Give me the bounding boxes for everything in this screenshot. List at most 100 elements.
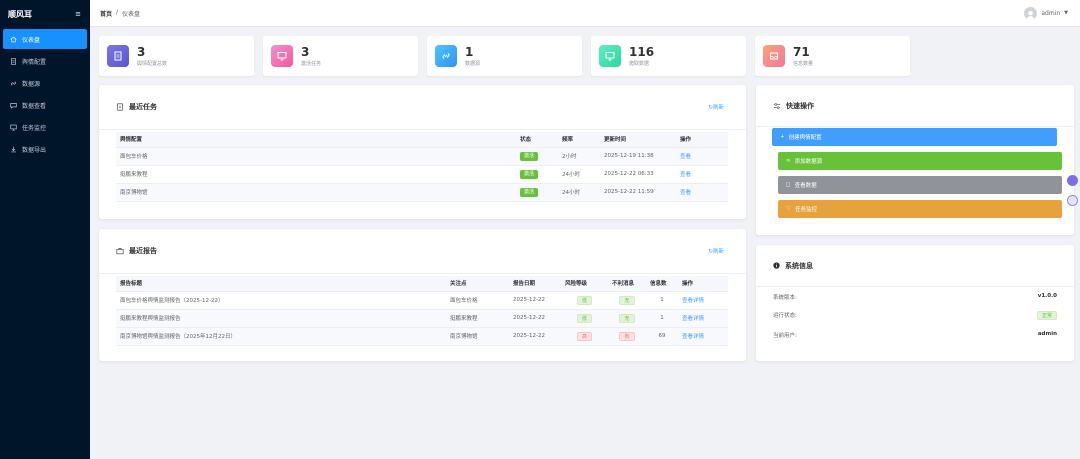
link-icon: ∞ (786, 158, 791, 164)
stat-card-datasources: 1 数据源 (427, 36, 582, 76)
sidebar-item-config[interactable]: 舆情配置 (3, 51, 87, 71)
negative-badge: 无 (619, 313, 635, 323)
report-count: 1 (646, 309, 678, 328)
message-icon (10, 102, 17, 109)
download-icon (11, 146, 16, 152)
system-info-card: 系统信息 系统版本: v1.0.0 运行状态: 正常 当前用户: admin (756, 245, 1074, 361)
quick-actions-card: 快速操作 + 创建舆情配置 ∞ 添加数据源 ◻ 查看数据 ♡ 任务监控 (756, 85, 1074, 235)
refresh-button[interactable]: ↻刷新 (708, 103, 724, 111)
stat-label: 爬取数据 (629, 60, 650, 67)
user-menu[interactable]: admin ▼ (1024, 6, 1068, 20)
column-header: 操作 (678, 276, 728, 292)
sidebar-item-dashboard[interactable]: 仪表盘 (3, 29, 87, 49)
report-title: 面包车价格舆情监测报告（2025-12-22） (116, 291, 446, 310)
stat-value: 3 (301, 44, 310, 59)
refresh-button[interactable]: ↻刷新 (708, 247, 724, 255)
user-icon (1026, 10, 1035, 20)
sidebar-item-export[interactable]: 数据导出 (3, 139, 87, 159)
reports-table: 报告标题 关注点 报告日期 风险等级 不利消息 信息数 操作 面包车价格舆情监测… (116, 276, 728, 346)
add-datasource-button[interactable]: ∞ 添加数据源 (778, 152, 1062, 170)
sidebar-item-label: 仪表盘 (22, 36, 41, 44)
recent-tasks-card: 最近任务 ↻刷新 舆情配置 状态 频率 更新时间 操作 面包车价格 激活 2小时… (99, 85, 746, 219)
link-icon (11, 81, 16, 85)
column-header: 关注点 (446, 276, 509, 292)
stat-value: 3 (137, 44, 146, 59)
stat-card-crawled: 116 爬取数据 (591, 36, 746, 76)
document-icon (117, 103, 123, 111)
breadcrumb-current: 仪表盘 (122, 10, 141, 18)
column-header: 更新时间 (600, 132, 676, 148)
recent-reports-card: 最近报告 ↻刷新 报告标题 关注点 报告日期 风险等级 不利消息 信息数 操作 … (99, 229, 746, 361)
breadcrumb: 首页 / 仪表盘 (100, 9, 140, 18)
view-button[interactable]: 查看 (680, 172, 691, 178)
report-focus: 南京博物馆 (446, 327, 509, 346)
document-icon (107, 45, 129, 67)
status-badge: 激活 (520, 187, 539, 197)
top-header: 首页 / 仪表盘 admin ▼ (90, 0, 1080, 27)
robot-icon[interactable] (1067, 195, 1078, 206)
info-row-user: 当前用户: admin (773, 331, 1057, 339)
sidebar-menu: 仪表盘 舆情配置 数据源 数据查看 任务监控 数据导出 (0, 29, 90, 159)
table-row: 南京博物馆 激活 24小时 2025-12-22 11:59 查看 (116, 183, 728, 202)
risk-badge: 低 (576, 313, 592, 323)
assistant-icon[interactable] (1067, 175, 1078, 186)
stat-label: 数据源 (465, 60, 481, 67)
task-time: 2025-12-22 06:33 (600, 165, 676, 184)
table-row: 面包车价格舆情监测报告（2025-12-22） 面包车价格 2025-12-22… (116, 291, 728, 310)
view-button[interactable]: 查看 (680, 154, 691, 160)
report-title: 南京博物馆舆情监测报告（2025年12月22日） (116, 327, 446, 346)
report-focus: 面包车价格 (446, 291, 509, 310)
card-header: 系统信息 (756, 245, 1074, 287)
column-header: 报告日期 (509, 276, 561, 292)
plus-icon: + (780, 134, 785, 140)
sidebar-item-label: 数据导出 (22, 146, 47, 154)
monitor-icon (10, 124, 17, 131)
view-icon: ◻ (786, 182, 791, 188)
task-time: 2025-12-19 11:38 (600, 147, 676, 166)
sidebar-item-monitor[interactable]: 任务监控 (3, 117, 87, 137)
sidebar-item-label: 任务监控 (22, 124, 47, 132)
stat-card-active-tasks: 3 激活任务 (263, 36, 418, 76)
info-value: admin (1037, 331, 1057, 337)
view-details-button[interactable]: 查看详情 (682, 298, 704, 304)
chevron-down-icon: ▼ (1064, 10, 1068, 16)
task-frequency: 2小时 (558, 147, 600, 166)
task-name: 面包车价格 (116, 147, 516, 166)
report-date: 2025-12-22 (509, 291, 561, 310)
task-name: 南京博物馆 (116, 183, 516, 202)
sidebar-item-datasource[interactable]: 数据源 (3, 73, 87, 93)
stat-label: 信息数量 (793, 60, 814, 67)
view-button[interactable]: 查看 (680, 190, 691, 196)
sliders-icon (773, 102, 781, 109)
monitor-icon: ♡ (786, 206, 791, 212)
monitor-icon (599, 45, 621, 67)
card-header: 最近任务 ↻刷新 (99, 85, 746, 130)
stat-label: 激活任务 (301, 60, 322, 67)
view-data-button[interactable]: ◻ 查看数据 (778, 176, 1062, 194)
breadcrumb-home[interactable]: 首页 (100, 9, 112, 18)
task-monitor-button[interactable]: ♡ 任务监控 (778, 200, 1062, 218)
menu-toggle-icon[interactable]: ≡ (75, 10, 81, 18)
card-title: 系统信息 (785, 261, 813, 270)
logo: 顺风耳 ≡ (0, 0, 90, 28)
column-header: 不利消息 (608, 276, 646, 292)
risk-badge: 高 (576, 331, 592, 341)
card-title: 最近任务 (129, 103, 157, 111)
table-row: 面包车价格 激活 2小时 2025-12-19 11:38 查看 (116, 147, 728, 166)
document-icon (11, 57, 16, 65)
column-header: 风险等级 (561, 276, 608, 292)
sidebar: 顺风耳 ≡ 仪表盘 舆情配置 数据源 数据查看 任务监控 数据导出 (0, 0, 90, 459)
report-focus: 挺鹏来教程 (446, 309, 509, 328)
home-icon (10, 36, 17, 42)
task-time: 2025-12-22 11:59 (600, 183, 676, 202)
view-details-button[interactable]: 查看详情 (682, 334, 704, 340)
view-details-button[interactable]: 查看详情 (682, 316, 704, 322)
sidebar-item-dataview[interactable]: 数据查看 (3, 95, 87, 115)
create-config-button[interactable]: + 创建舆情配置 (772, 128, 1057, 146)
card-header: 最近报告 ↻刷新 (99, 229, 746, 274)
card-title: 最近报告 (129, 247, 157, 255)
sidebar-item-label: 数据查看 (22, 102, 47, 110)
table-row: 挺鹏来教程 激活 24小时 2025-12-22 06:33 查看 (116, 165, 728, 184)
tasks-table: 舆情配置 状态 频率 更新时间 操作 面包车价格 激活 2小时 2025-12-… (116, 132, 728, 202)
app-title: 顺风耳 (8, 9, 32, 19)
